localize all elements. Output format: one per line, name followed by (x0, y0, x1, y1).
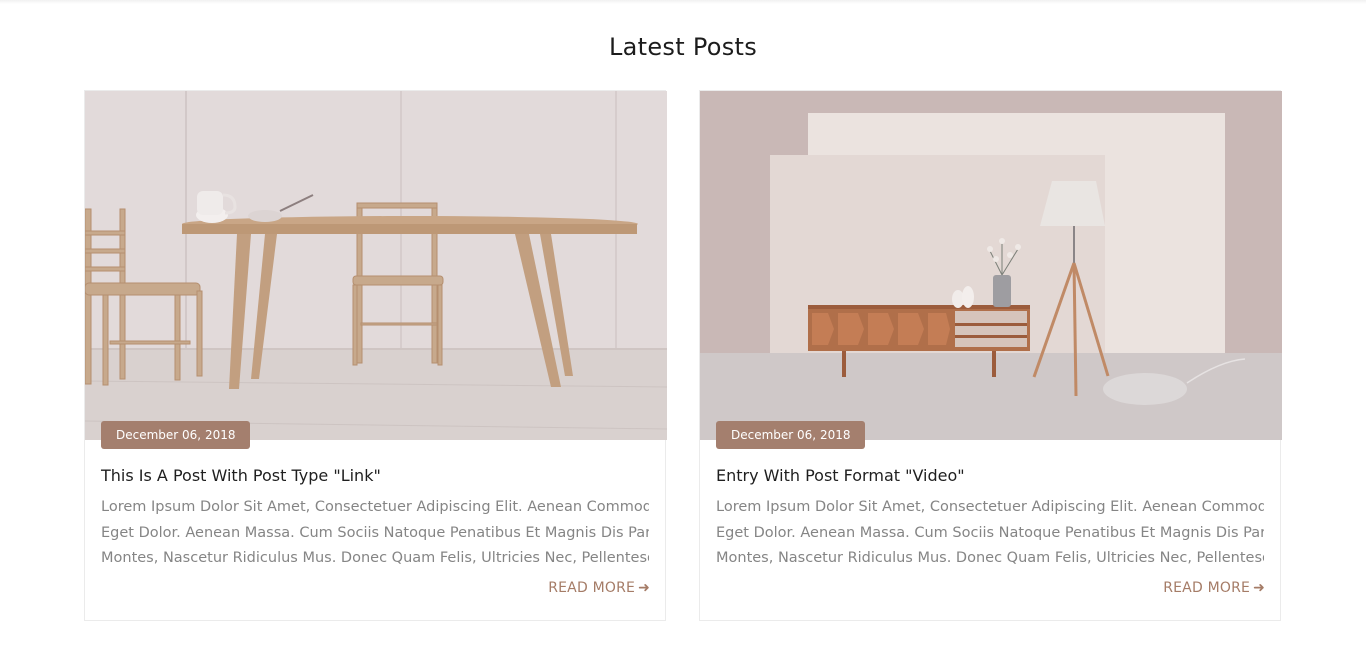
excerpt-line: Eget Dolor. Aenean Massa. Cum Sociis Nat… (716, 524, 1264, 541)
post-date-badge: December 06, 2018 (716, 421, 866, 449)
post-excerpt: Lorem Ipsum Dolor Sit Amet, Consectetuer… (716, 495, 1264, 572)
post-date-badge: December 06, 2018 (101, 421, 251, 449)
read-more-link[interactable]: READ MORE ➜ (548, 580, 650, 596)
post-image-dining-table[interactable] (85, 91, 667, 440)
arrow-right-icon: ➜ (638, 580, 650, 596)
post-title-link[interactable]: Entry With Post Format "Video" (716, 466, 965, 485)
section-title: Latest Posts (608, 33, 758, 61)
read-more-label: READ MORE (548, 580, 636, 596)
arrow-right-icon: ➜ (1253, 580, 1265, 596)
post-card: December 06, 2018 Entry With Post Format… (699, 90, 1282, 621)
excerpt-line: Lorem Ipsum Dolor Sit Amet, Consectetuer… (101, 499, 649, 515)
post-image-sideboard-lamp[interactable] (700, 91, 1282, 440)
read-more-label: READ MORE (1163, 580, 1251, 596)
post-excerpt: Lorem Ipsum Dolor Sit Amet, Consectetuer… (101, 495, 649, 572)
excerpt-line: Montes, Nascetur Ridiculus Mus. Donec Qu… (101, 550, 649, 566)
excerpt-line: Eget Dolor. Aenean Massa. Cum Sociis Nat… (101, 524, 649, 541)
excerpt-line: Lorem Ipsum Dolor Sit Amet, Consectetuer… (716, 499, 1264, 515)
post-title-link[interactable]: This Is A Post With Post Type "Link" (101, 466, 381, 485)
header-shadow (0, 0, 1366, 4)
read-more-link[interactable]: READ MORE ➜ (1163, 580, 1265, 596)
post-card: December 06, 2018 This Is A Post With Po… (84, 90, 667, 621)
excerpt-line: Montes, Nascetur Ridiculus Mus. Donec Qu… (716, 550, 1264, 566)
